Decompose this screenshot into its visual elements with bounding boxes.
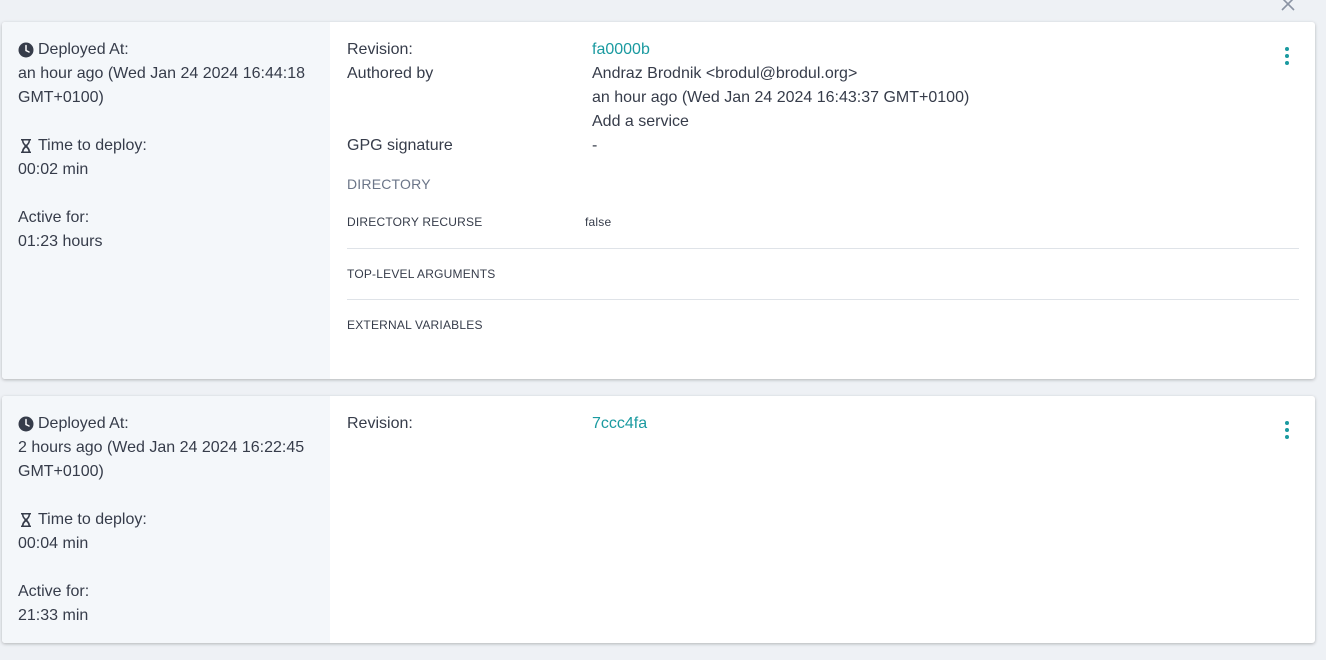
time-to-deploy: Time to deploy: 00:02 min — [18, 134, 330, 182]
deployment-card: Deployed At: an hour ago (Wed Jan 24 202… — [2, 22, 1315, 379]
deployment-card: Deployed At: 2 hours ago (Wed Jan 24 202… — [2, 396, 1315, 643]
active-for-label: Active for: — [18, 583, 90, 600]
time-to-deploy-label: Time to deploy: — [38, 137, 147, 154]
more-vert-icon[interactable] — [1279, 420, 1295, 440]
clock-icon — [18, 416, 34, 432]
revision-link[interactable]: fa0000b — [592, 38, 650, 62]
revision-value-wrap: fa0000b — [592, 38, 650, 62]
deployment-details: Revision: fa0000b Authored by Andraz Bro… — [330, 22, 1315, 379]
time-to-deploy-label-row: Time to deploy: — [18, 508, 330, 532]
close-icon[interactable] — [1278, 0, 1298, 14]
param-row: EXTERNAL VARIABLES — [347, 300, 1299, 350]
authored-by-row: Authored by Andraz Brodnik <brodul@brodu… — [347, 62, 1299, 134]
deployed-at-label: Deployed At: — [38, 415, 129, 432]
author: Andraz Brodnik <brodul@brodul.org> — [592, 65, 858, 82]
section-title-directory: DIRECTORY — [347, 176, 431, 192]
revision-link[interactable]: 7ccc4fa — [592, 412, 647, 436]
param-key: EXTERNAL VARIABLES — [347, 318, 483, 332]
active-for-value: 21:33 min — [18, 607, 89, 624]
deployed-at-label-row: Deployed At: — [18, 38, 330, 62]
clock-icon — [18, 42, 34, 58]
deployed-at: Deployed At: 2 hours ago (Wed Jan 24 202… — [18, 412, 330, 484]
deployment-summary-panel: Deployed At: an hour ago (Wed Jan 24 202… — [2, 22, 330, 379]
param-row: DIRECTORY RECURSE false — [347, 196, 1299, 249]
deployed-at-value: an hour ago (Wed Jan 24 2024 16:44:18 GM… — [18, 65, 306, 106]
revision-value-wrap: 7ccc4fa — [592, 412, 647, 436]
deployment-summary-panel: Deployed At: 2 hours ago (Wed Jan 24 202… — [2, 396, 330, 643]
more-vert-icon[interactable] — [1279, 46, 1295, 66]
param-key: DIRECTORY RECURSE — [347, 215, 483, 229]
hourglass-icon — [18, 512, 34, 528]
deployed-at-label-row: Deployed At: — [18, 412, 330, 436]
param-row: TOP-LEVEL ARGUMENTS — [347, 249, 1299, 300]
revision-label: Revision: — [347, 41, 413, 58]
gpg-signature-value: - — [592, 137, 598, 154]
param-key: TOP-LEVEL ARGUMENTS — [347, 267, 496, 281]
parameters-table: DIRECTORY RECURSE false TOP-LEVEL ARGUME… — [347, 196, 1299, 350]
time-to-deploy-label-row: Time to deploy: — [18, 134, 330, 158]
hourglass-icon — [18, 138, 34, 154]
active-for-value: 01:23 hours — [18, 233, 103, 250]
authored-by-values: Andraz Brodnik <brodul@brodul.org> an ho… — [592, 62, 969, 134]
deployment-details: Revision: 7ccc4fa — [330, 396, 1315, 643]
gpg-signature-row: GPG signature - — [347, 134, 1299, 158]
commit-message: Add a service — [592, 113, 689, 130]
revision-row: Revision: fa0000b — [347, 38, 1299, 62]
revision-label: Revision: — [347, 415, 413, 432]
deployed-at: Deployed At: an hour ago (Wed Jan 24 202… — [18, 38, 330, 110]
active-for: Active for: 01:23 hours — [18, 206, 330, 254]
revision-row: Revision: 7ccc4fa — [347, 412, 1299, 436]
active-for: Active for: 21:33 min — [18, 580, 330, 628]
param-value: false — [585, 215, 612, 229]
deployed-at-value: 2 hours ago (Wed Jan 24 2024 16:22:45 GM… — [18, 439, 305, 480]
gpg-signature-label: GPG signature — [347, 137, 453, 154]
time-to-deploy-value: 00:04 min — [18, 535, 89, 552]
deployed-at-label: Deployed At: — [38, 41, 129, 58]
time-to-deploy: Time to deploy: 00:04 min — [18, 508, 330, 556]
active-for-label: Active for: — [18, 209, 90, 226]
authored-time: an hour ago (Wed Jan 24 2024 16:43:37 GM… — [592, 89, 970, 106]
time-to-deploy-label: Time to deploy: — [38, 511, 147, 528]
time-to-deploy-value: 00:02 min — [18, 161, 89, 178]
authored-by-label: Authored by — [347, 65, 434, 82]
